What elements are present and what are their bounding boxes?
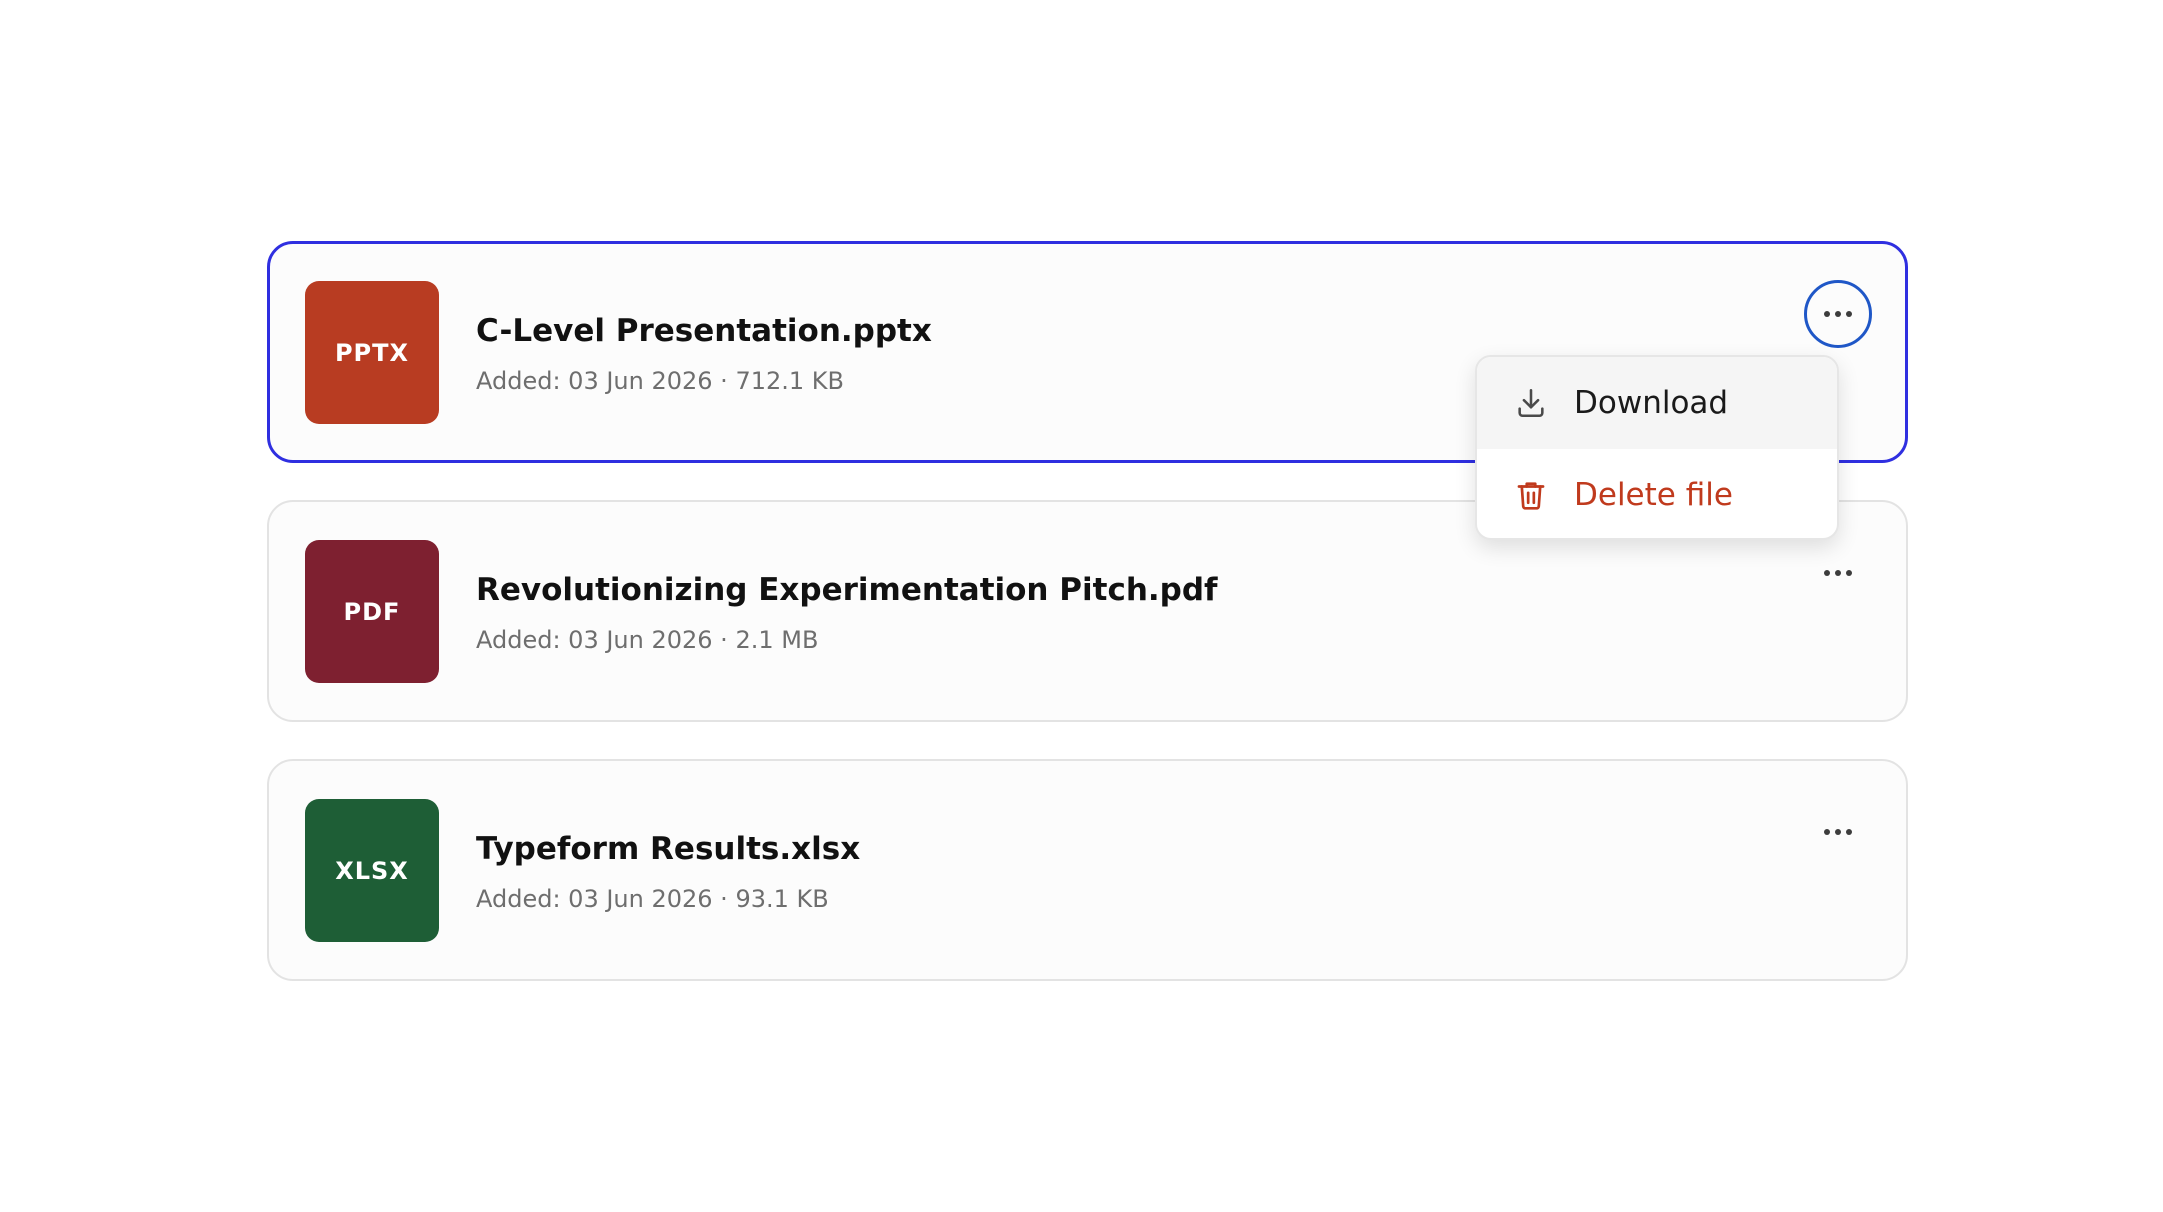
file-actions-menu: Download Delete file (1475, 355, 1839, 540)
trash-icon (1513, 477, 1549, 513)
file-type-badge: XLSX (305, 799, 439, 942)
menu-item-download[interactable]: Download (1477, 357, 1837, 449)
file-meta: Added: 03 Jun 2026 · 712.1 KB (476, 367, 844, 395)
menu-item-label: Delete file (1574, 477, 1733, 513)
file-name: Typeform Results.xlsx (476, 831, 861, 867)
file-name: Revolutionizing Experimentation Pitch.pd… (476, 572, 1218, 608)
file-card[interactable]: XLSX Typeform Results.xlsx Added: 03 Jun… (267, 759, 1908, 981)
file-name: C-Level Presentation.pptx (476, 313, 932, 349)
file-type-label: XLSX (335, 856, 409, 885)
file-type-badge: PDF (305, 540, 439, 683)
more-horizontal-icon (1824, 311, 1852, 317)
more-options-button[interactable] (1804, 280, 1872, 348)
file-meta: Added: 03 Jun 2026 · 93.1 KB (476, 885, 829, 913)
menu-item-delete[interactable]: Delete file (1477, 449, 1837, 538)
menu-item-label: Download (1574, 385, 1729, 421)
file-type-label: PDF (343, 597, 401, 626)
file-type-badge: PPTX (305, 281, 439, 424)
more-horizontal-icon (1824, 829, 1852, 835)
more-horizontal-icon (1824, 570, 1852, 576)
file-type-label: PPTX (334, 338, 410, 367)
download-icon (1513, 385, 1549, 421)
more-options-button[interactable] (1804, 539, 1872, 607)
more-options-button[interactable] (1804, 798, 1872, 866)
file-meta: Added: 03 Jun 2026 · 2.1 MB (476, 626, 819, 654)
